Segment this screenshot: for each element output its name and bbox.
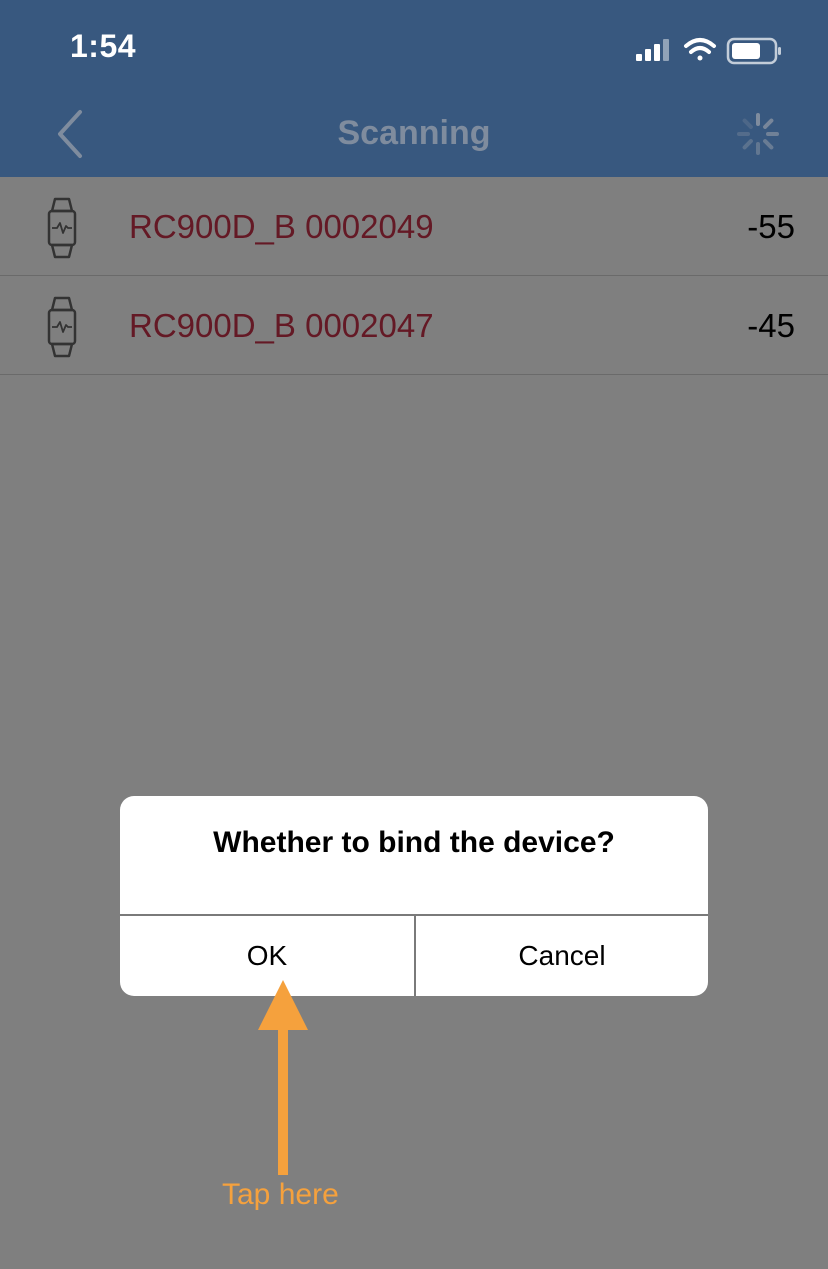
battery-icon — [726, 37, 781, 65]
status-time: 1:54 — [70, 28, 137, 64]
modal-backdrop — [0, 177, 828, 1269]
status-icons — [636, 37, 781, 65]
back-button[interactable] — [50, 108, 94, 160]
status-bar: 1:54 — [0, 0, 828, 100]
arrow-up-icon — [258, 980, 308, 1175]
tap-hint-label: Tap here — [222, 1178, 339, 1211]
wifi-icon — [684, 38, 716, 61]
cancel-button[interactable]: Cancel — [416, 916, 708, 996]
bind-device-dialog: Whether to bind the device? OK Cancel — [120, 796, 708, 996]
chevron-left-icon — [58, 110, 82, 158]
page-title: Scanning — [337, 114, 491, 152]
activity-spinner-icon — [737, 113, 779, 155]
cellular-signal-icon — [636, 39, 669, 61]
nav-bar: Scanning — [0, 100, 828, 177]
dialog-message: Whether to bind the device? — [213, 826, 615, 859]
